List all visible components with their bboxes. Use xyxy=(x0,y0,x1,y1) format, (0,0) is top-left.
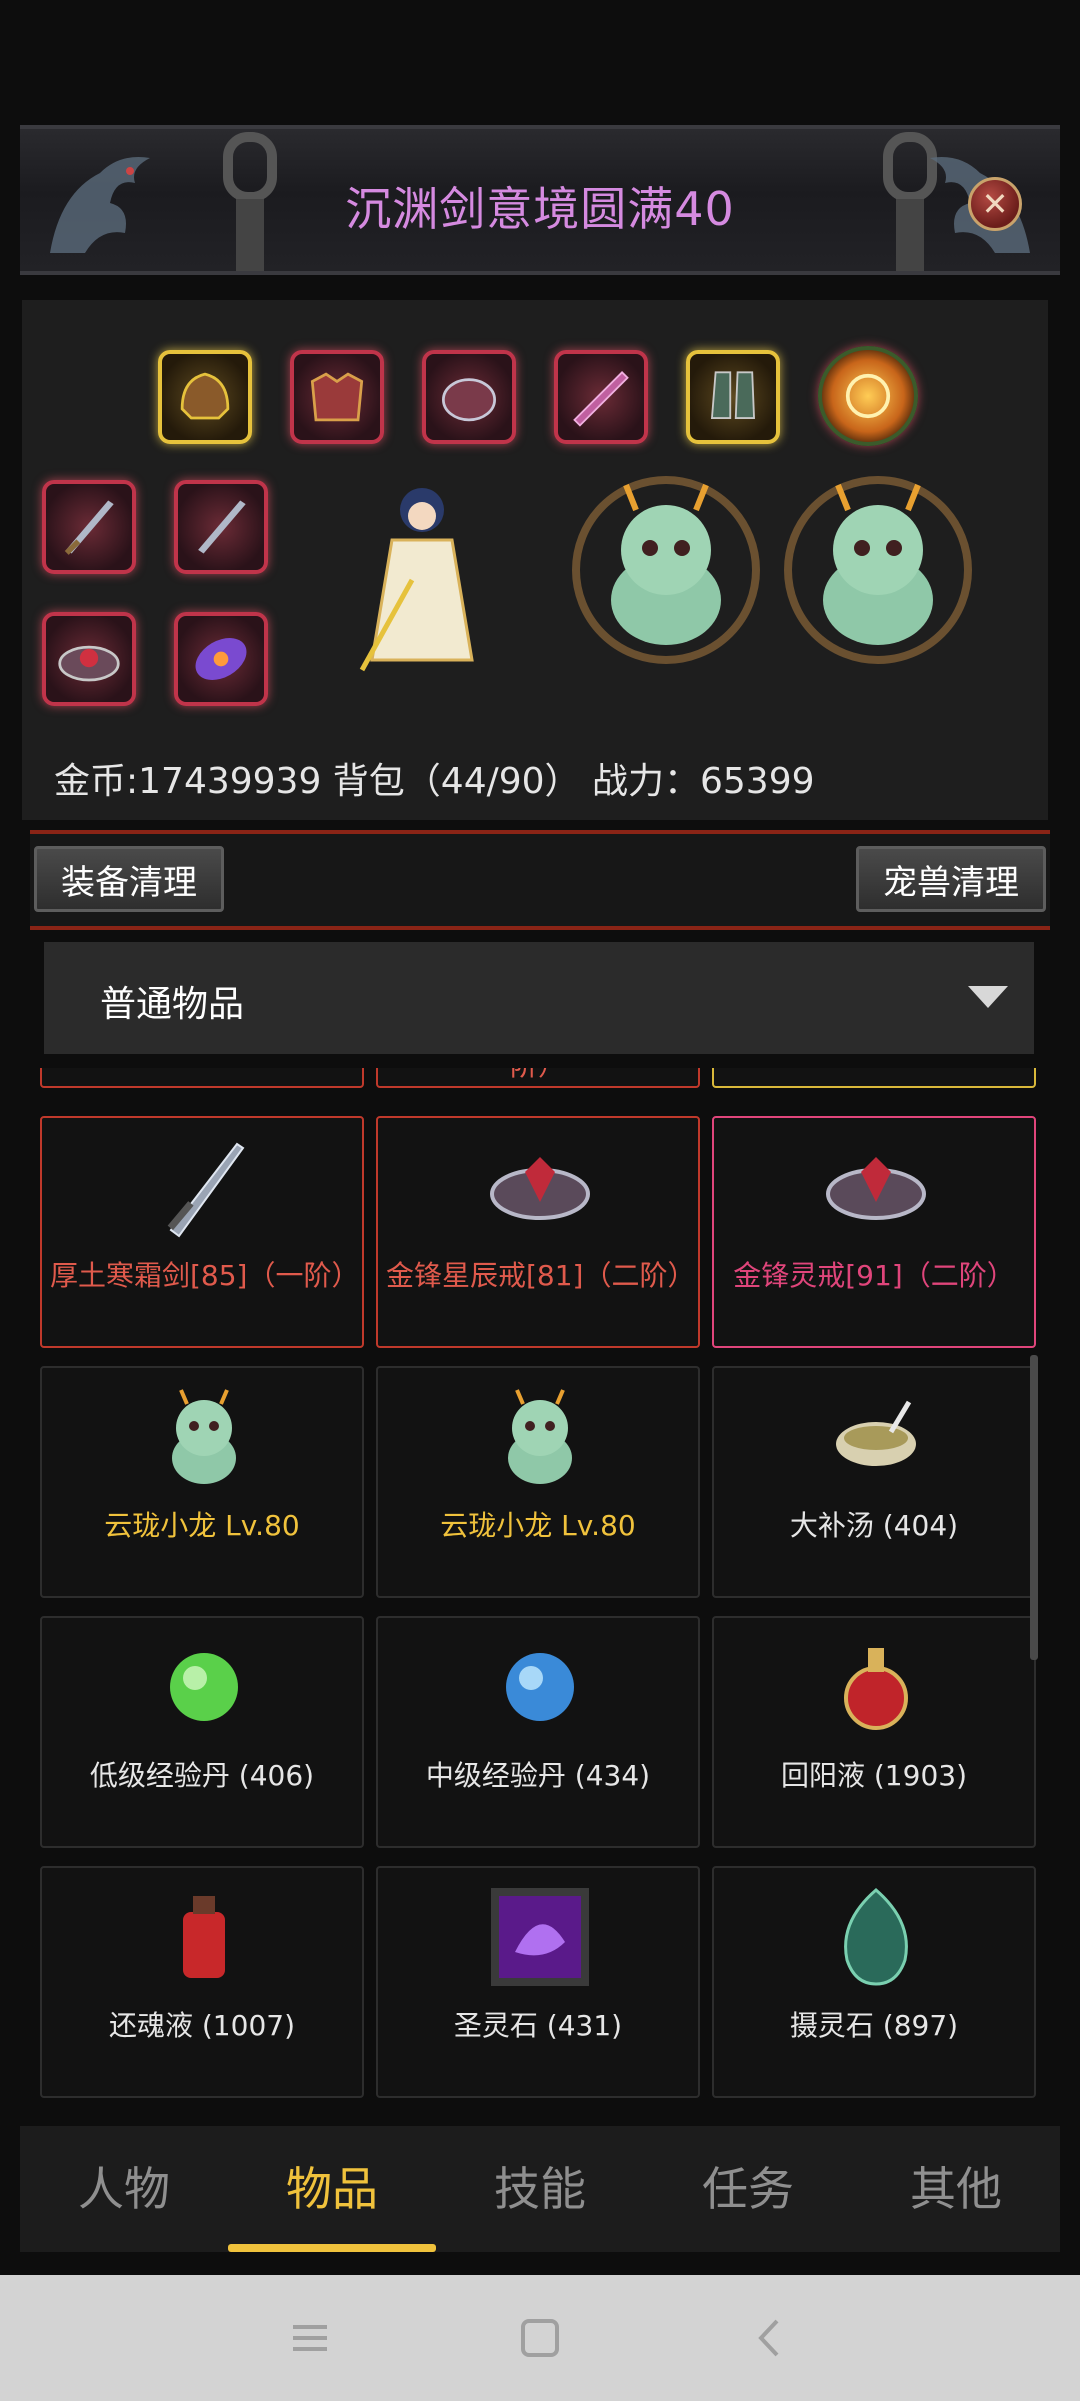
inventory-cell[interactable]: 厚土寒霜剑[85]（一阶） xyxy=(40,1116,364,1348)
tab-skills[interactable]: 技能 xyxy=(436,2126,644,2252)
home-icon[interactable] xyxy=(515,2313,565,2363)
inventory-cell[interactable]: 回阳液 (1903) xyxy=(712,1616,1036,1848)
item-label: 中级经验丹 (434) xyxy=(425,1759,651,1792)
title-banner: 沉渊剑意境圆满40 ✕ xyxy=(20,125,1060,275)
inventory-cell[interactable]: 低级经验丹 (406) xyxy=(40,1616,364,1848)
inventory-cell[interactable]: 摄灵石 (897) xyxy=(712,1866,1036,2098)
inventory-cell[interactable]: 还魂液 (1007) xyxy=(40,1866,364,2098)
red-potion-icon xyxy=(821,1632,931,1742)
item-label: 云珑小龙 Lv.80 xyxy=(440,1509,636,1542)
helmet-icon xyxy=(180,372,230,420)
item-label: 还魂液 (1007) xyxy=(108,2009,295,2042)
sword-slot-1[interactable] xyxy=(42,480,136,574)
item-label: 圣灵石 (431) xyxy=(453,2009,623,2042)
item-label: 摄灵石 (897) xyxy=(789,2009,959,2042)
red-bottle-icon xyxy=(149,1882,259,1992)
pet-portrait-1[interactable] xyxy=(566,470,766,670)
soup-bowl-icon xyxy=(821,1382,931,1492)
character-avatar xyxy=(322,470,522,680)
cleanup-toolbar: 装备清理 宠兽清理 xyxy=(30,830,1050,930)
boots-slot[interactable] xyxy=(686,350,780,444)
tab-items[interactable]: 物品 xyxy=(228,2126,436,2252)
sword-icon xyxy=(64,500,114,555)
item-label: 阶） xyxy=(386,1068,690,1084)
dropdown-selected-value: 普通物品 xyxy=(100,984,245,1025)
item-label: 大补汤 (404) xyxy=(789,1509,959,1542)
character-stats: 金币:17439939 背包（44/90） 战力：65399 xyxy=(54,761,815,802)
purple-stone-icon xyxy=(485,1882,595,1992)
inventory-cell[interactable]: 金锋灵戒[91]（二阶） xyxy=(712,1116,1036,1348)
menu-icon[interactable] xyxy=(285,2313,335,2363)
shoulder-slot[interactable] xyxy=(422,350,516,444)
pet-cleanup-button[interactable]: 宠兽清理 xyxy=(856,846,1046,912)
ring-icon xyxy=(485,1132,595,1242)
page-title: 沉渊剑意境圆满40 xyxy=(345,182,735,236)
boots-icon xyxy=(710,371,755,419)
item-label: 回阳液 (1903) xyxy=(780,1759,967,1792)
weapon-slot-main[interactable] xyxy=(554,350,648,444)
green-orb-icon xyxy=(149,1632,259,1742)
tab-character[interactable]: 人物 xyxy=(20,2126,228,2252)
item-label: 金锋灵戒[91]（二阶） xyxy=(733,1259,1015,1292)
sword-slot-2[interactable] xyxy=(174,480,268,574)
inventory-cell[interactable]: 金锋星辰戒[81]（二阶） xyxy=(376,1116,700,1348)
item-category-dropdown[interactable]: 普通物品 xyxy=(44,942,1034,1054)
inventory-cell[interactable]: 大补汤 (404) xyxy=(712,1366,1036,1598)
item-label: 金锋星辰戒[81]（二阶） xyxy=(386,1259,696,1292)
tab-quests[interactable]: 任务 xyxy=(644,2126,852,2252)
dragon-pet-icon xyxy=(572,476,760,664)
chevron-down-icon xyxy=(968,986,1008,1008)
pet-portrait-2[interactable] xyxy=(778,470,978,670)
inventory-grid: 阶） 厚土寒霜剑[85]（一阶） 金锋星辰戒[81]（二阶） 金锋灵戒[91]（… xyxy=(38,1068,1042,2100)
inventory-cell[interactable]: 云珑小龙 Lv.80 xyxy=(40,1366,364,1598)
close-icon: ✕ xyxy=(981,185,1009,223)
active-tab-indicator xyxy=(228,2244,436,2252)
close-button[interactable]: ✕ xyxy=(968,177,1022,231)
blade-icon xyxy=(573,371,629,427)
inventory-cell[interactable]: 圣灵石 (431) xyxy=(376,1866,700,2098)
ring-slot[interactable] xyxy=(42,612,136,706)
item-label: 厚土寒霜剑[85]（一阶） xyxy=(50,1259,360,1292)
fire-amulet-icon xyxy=(845,373,891,419)
system-navigation-bar xyxy=(0,2275,1080,2401)
character-panel: 金币:17439939 背包（44/90） 战力：65399 xyxy=(22,300,1048,820)
inventory-cell[interactable]: 中级经验丹 (434) xyxy=(376,1616,700,1848)
armor-icon xyxy=(310,372,364,422)
equipment-cleanup-button[interactable]: 装备清理 xyxy=(34,846,224,912)
green-egg-stone-icon xyxy=(821,1882,931,1992)
dragon-pet-icon xyxy=(784,476,972,664)
shoulder-armor-icon xyxy=(442,378,496,422)
gem-icon xyxy=(195,638,247,680)
dragon-pet-icon xyxy=(485,1382,595,1492)
sword-icon xyxy=(149,1132,259,1242)
back-icon[interactable] xyxy=(745,2313,795,2363)
inventory-cell[interactable]: 阶） xyxy=(376,1068,700,1088)
ring-icon xyxy=(821,1132,931,1242)
tab-other[interactable]: 其他 xyxy=(852,2126,1060,2252)
amulet-slot[interactable] xyxy=(818,346,918,446)
item-label: 云珑小龙 Lv.80 xyxy=(104,1509,300,1542)
inventory-cell[interactable] xyxy=(712,1068,1036,1088)
helmet-slot[interactable] xyxy=(158,350,252,444)
inventory-cell[interactable] xyxy=(40,1068,364,1088)
grid-scrollbar[interactable] xyxy=(1030,1355,1038,1660)
sword-icon xyxy=(198,500,246,554)
blue-orb-icon xyxy=(485,1632,595,1742)
gem-slot[interactable] xyxy=(174,612,268,706)
armor-slot[interactable] xyxy=(290,350,384,444)
dragon-pet-icon xyxy=(149,1382,259,1492)
bottom-tab-bar: 人物 物品 技能 任务 其他 xyxy=(20,2126,1060,2252)
ring-icon xyxy=(58,645,120,682)
inventory-cell[interactable]: 云珑小龙 Lv.80 xyxy=(376,1366,700,1598)
item-label: 低级经验丹 (406) xyxy=(89,1759,315,1792)
